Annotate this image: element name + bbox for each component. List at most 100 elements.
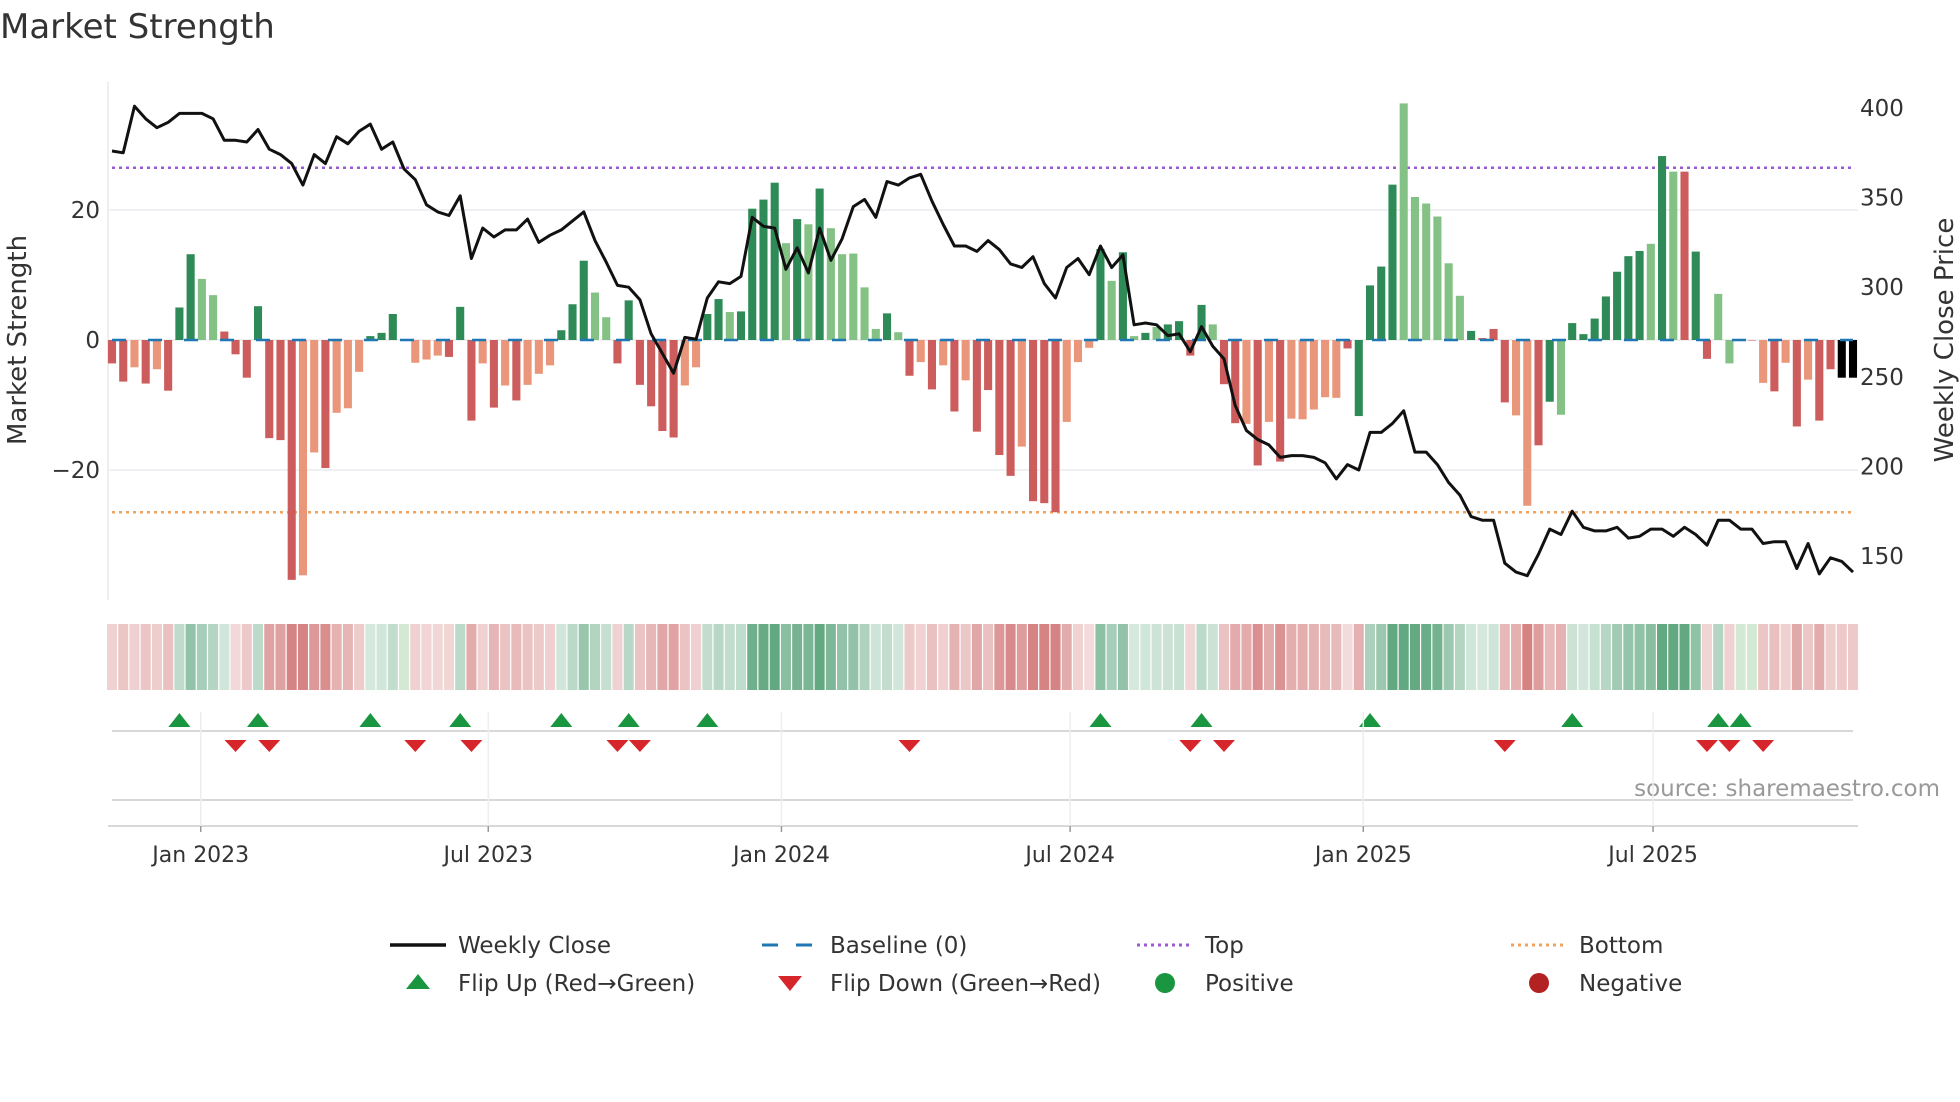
- strength-bar: [714, 299, 723, 340]
- heat-cell: [174, 624, 185, 690]
- strength-bar: [512, 340, 521, 401]
- flip-down-marker: [628, 740, 651, 752]
- strength-bar: [1332, 340, 1341, 398]
- strength-bar: [1433, 216, 1442, 340]
- strength-bar: [141, 340, 150, 384]
- heat-cell: [533, 624, 544, 690]
- heat-cell: [1791, 624, 1802, 690]
- strength-bar: [1579, 334, 1588, 340]
- heat-cell: [1432, 624, 1443, 690]
- heat-cell: [803, 624, 814, 690]
- heat-cell: [1297, 624, 1308, 690]
- flip-markers-row: [112, 713, 1853, 801]
- heat-cell: [1308, 624, 1319, 690]
- strength-bar: [1264, 340, 1273, 422]
- heat-cell: [556, 624, 567, 690]
- strength-bar: [838, 254, 847, 340]
- strength-bar: [804, 224, 813, 340]
- strength-bar: [1590, 318, 1599, 340]
- heat-cell: [1533, 624, 1544, 690]
- strength-bar: [961, 340, 970, 381]
- heat-cell: [129, 624, 140, 690]
- heat-cell: [1409, 624, 1420, 690]
- strength-bar: [669, 340, 678, 438]
- strength-bar: [826, 228, 835, 340]
- x-tick-label: Jul 2023: [442, 843, 534, 868]
- flip-up-marker: [1729, 713, 1752, 727]
- flip-up-marker: [617, 713, 640, 727]
- heat-cell: [264, 624, 275, 690]
- flip-up-marker: [1707, 713, 1730, 727]
- strength-bar: [1006, 340, 1015, 476]
- strength-bar: [939, 340, 948, 366]
- strength-bar: [927, 340, 936, 390]
- heat-cell: [904, 624, 915, 690]
- heat-cell: [1477, 624, 1488, 690]
- heat-cell: [612, 624, 623, 690]
- heat-cell: [342, 624, 353, 690]
- strength-bar: [1545, 340, 1554, 402]
- strength-bar: [1759, 340, 1768, 383]
- strength-bar: [1804, 340, 1813, 380]
- triangle-up-icon: [406, 974, 430, 989]
- strength-bar: [1534, 340, 1543, 446]
- strength-bar: [1702, 340, 1712, 359]
- heat-cell: [1623, 624, 1634, 690]
- strength-bar: [1276, 340, 1285, 462]
- strength-bar: [1568, 323, 1577, 340]
- heat-cell: [1679, 624, 1690, 690]
- legend-item-tri-up: Flip Up (Red→Green): [406, 971, 695, 997]
- market-strength-chart: Market Strength Market Strength Weekly C…: [0, 7, 1960, 997]
- y-tick-label: 20: [71, 198, 100, 224]
- heat-cell: [668, 624, 679, 690]
- heat-cell: [1803, 624, 1814, 690]
- heat-cell: [1162, 624, 1173, 690]
- strength-bar: [253, 306, 263, 340]
- heat-cell: [118, 624, 129, 690]
- heat-cell: [196, 624, 207, 690]
- strength-bar: [209, 295, 218, 340]
- heat-cell: [971, 624, 982, 690]
- heat-cell: [1421, 624, 1432, 690]
- heat-cell: [1218, 624, 1230, 690]
- heat-cell: [1690, 624, 1701, 690]
- strength-bar: [1422, 203, 1431, 340]
- heat-cell: [1331, 624, 1342, 690]
- strength-bar: [1298, 340, 1307, 420]
- x-tick-label: Jan 2024: [731, 843, 830, 868]
- strength-bar: [1781, 340, 1790, 363]
- heat-cell: [679, 624, 690, 690]
- strength-bar: [759, 199, 768, 340]
- strength-bar: [1556, 340, 1566, 415]
- flip-down-marker: [460, 740, 483, 752]
- strength-bar: [1062, 340, 1071, 422]
- strength-bar: [1029, 340, 1038, 502]
- strength-bar: [1208, 324, 1217, 340]
- heat-cell: [1095, 624, 1106, 690]
- strength-bar: [1444, 263, 1453, 340]
- heat-cell: [466, 624, 477, 690]
- strength-bar: [1635, 250, 1644, 340]
- strength-bar: [1691, 251, 1700, 340]
- heat-cell: [1454, 624, 1465, 690]
- heat-cell: [1320, 624, 1331, 690]
- heat-cell: [646, 624, 657, 690]
- strength-bar: [1107, 280, 1116, 340]
- strength-bar: [1040, 340, 1049, 504]
- heat-cell: [320, 624, 331, 690]
- heat-cell: [1612, 624, 1623, 690]
- heat-cell: [747, 624, 758, 690]
- heat-cell: [354, 624, 365, 690]
- heat-cell: [376, 624, 387, 690]
- heat-cell: [1252, 624, 1263, 690]
- heat-cell: [1555, 624, 1566, 690]
- heat-cell: [1668, 624, 1679, 690]
- flip-up-marker: [1359, 713, 1382, 727]
- heat-cell: [1028, 624, 1039, 690]
- flip-up-marker: [359, 713, 382, 727]
- heat-cell: [185, 624, 196, 690]
- heat-cell: [106, 624, 118, 690]
- strength-bar: [1511, 340, 1521, 416]
- heat-cell: [837, 624, 848, 690]
- strength-bar: [916, 340, 925, 363]
